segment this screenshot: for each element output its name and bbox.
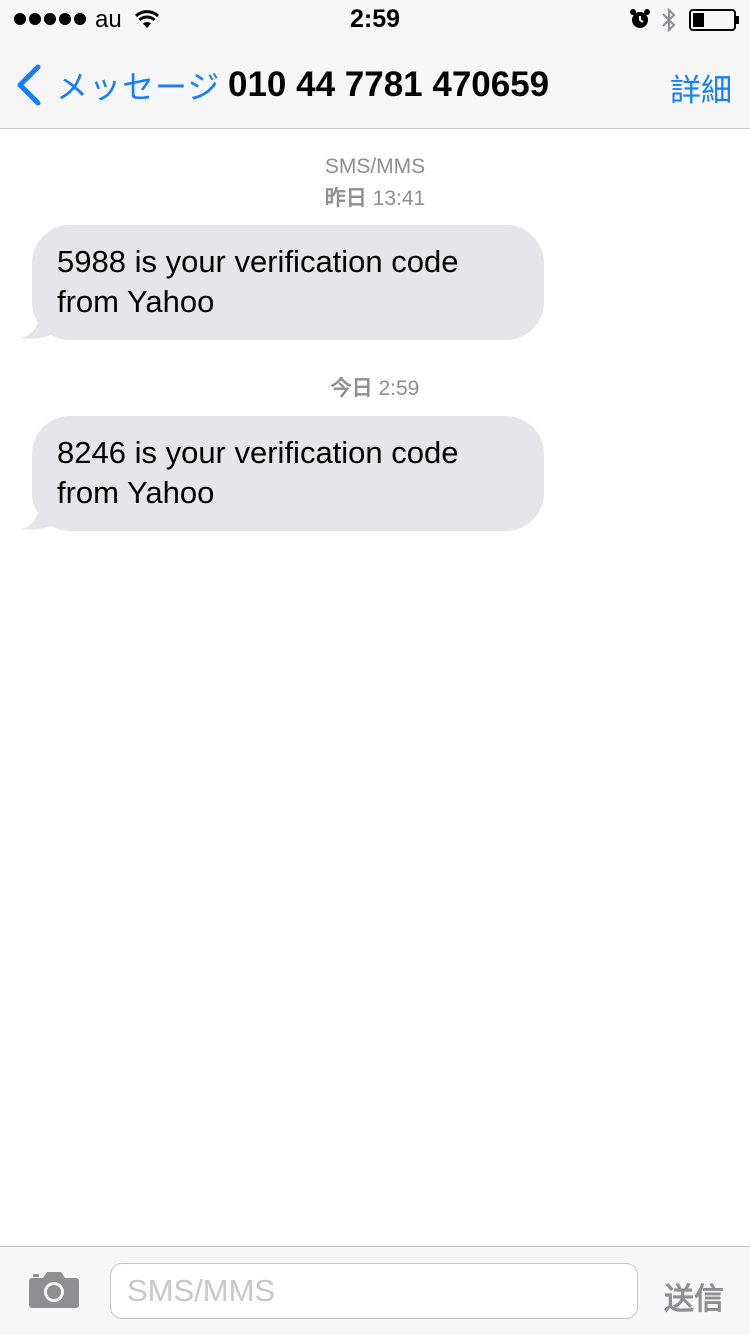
message-bubble[interactable]: 5988 is your verification code from Yaho… [20,225,544,340]
timestamp-day: 昨日 [324,187,367,210]
message-text: 8246 is your verification code from Yaho… [32,416,544,531]
bluetooth-icon [662,7,676,33]
back-button[interactable]: メッセージ [14,62,220,108]
camera-icon[interactable] [28,1269,80,1309]
battery-icon [689,9,739,31]
status-bar: au 2:59 [0,0,750,40]
navigation-bar: メッセージ 010 44 7781 470659 詳細 [0,40,750,129]
chevron-left-icon [17,64,41,106]
alarm-icon [630,9,650,28]
message-composer: 送信 [0,1246,750,1335]
service-label: SMS/MMS [324,155,426,178]
timestamp-day: 今日 [330,377,373,400]
message-text: 5988 is your verification code from Yaho… [32,225,544,340]
message-timestamp: 昨日 13:41 [0,182,750,212]
timestamp-time: 13:41 [372,187,426,210]
message-bubble[interactable]: 8246 is your verification code from Yaho… [20,416,544,531]
conversation-title: 010 44 7781 470659 [228,65,550,104]
message-input[interactable] [110,1263,638,1319]
send-button[interactable]: 送信 [664,1274,724,1318]
message-timestamp: 今日 2:59 [0,372,750,402]
details-button[interactable]: 詳細 [670,65,732,110]
timestamp-time: 2:59 [378,377,420,400]
back-button-label: メッセージ [56,68,221,106]
